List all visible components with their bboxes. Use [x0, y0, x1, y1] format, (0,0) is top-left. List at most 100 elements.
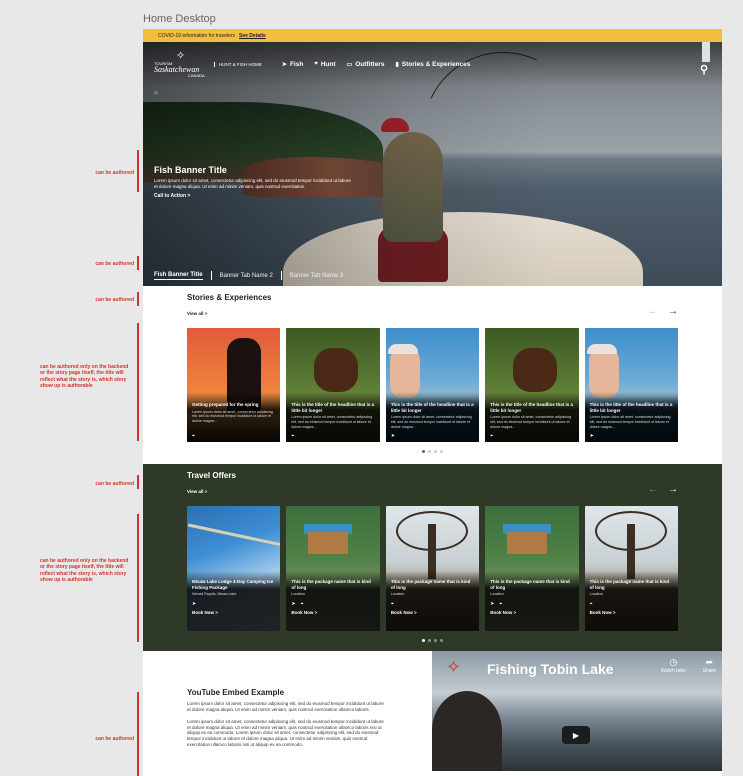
offer-overlay: This is the package name that is kind of… [584, 571, 679, 631]
annotation-bar [137, 514, 139, 642]
story-card[interactable]: This is the title of the headline that i… [286, 328, 380, 442]
arrow-left-icon[interactable]: ← [648, 306, 658, 317]
carousel-dot[interactable] [422, 450, 425, 453]
travel-offers-section: Travel Offers View all > ← → Misaw Lake … [143, 464, 722, 651]
carousel-dot[interactable] [422, 639, 425, 642]
book-now-link[interactable]: Book Now > [590, 610, 673, 615]
book-now-link[interactable]: Book Now > [291, 610, 374, 615]
hero-title: Fish Banner Title [154, 165, 227, 175]
play-icon: ▶ [572, 730, 580, 740]
logo-line-3: CANADA [188, 73, 205, 78]
hero-copy: Fish Banner Title Lorem ipsum dolor sit … [154, 165, 354, 199]
annotation: can be authored [95, 481, 134, 487]
story-title: This is the title of the headline that i… [490, 402, 573, 413]
offers-view-all-link[interactable]: View all > [187, 489, 207, 494]
play-button[interactable]: ▶ [562, 726, 590, 744]
hero-cta-link[interactable]: Call to Action > [154, 193, 354, 199]
hunt-fish-home-link[interactable]: HUNT & FISH HOME [214, 62, 262, 67]
star-logo-icon: ✧ [176, 50, 186, 62]
nav-item-label: Outfitters [355, 61, 385, 68]
youtube-section: YouTube Embed Example Lorem ipsum dolor … [143, 651, 722, 771]
annotation-bar [137, 475, 139, 489]
annotation: can be authored [95, 261, 134, 267]
offer-location: Location [291, 592, 305, 597]
moose-shape [513, 348, 558, 392]
annotation: can be authored [95, 170, 134, 176]
banner-tab-2[interactable]: Banner Tab Name 2 [220, 273, 273, 279]
arrow-left-icon[interactable]: ← [648, 484, 658, 495]
home-page: COVID-19 information for travelers See D… [143, 29, 722, 776]
carousel-dot[interactable] [440, 450, 443, 453]
offer-location: Location [490, 592, 504, 597]
star-logo-icon: ✧ [446, 657, 462, 677]
alert-text: COVID-19 information for travelers [158, 32, 235, 39]
banner-tab-1[interactable]: Fish Banner Title [154, 272, 203, 280]
crosshair-icon: ⌖ [490, 433, 494, 439]
crosshair-icon: ⌖ [499, 601, 503, 608]
carousel-dots [187, 450, 678, 453]
nav-item-fish[interactable]: ➤ Fish [282, 61, 303, 68]
annotation-bar [137, 150, 139, 192]
nav-links: ➤ Fish ⌖ Hunt ▭ Outfitters ▮ Stories & Exper… [282, 61, 471, 68]
offer-card[interactable]: This is the package name that is kind of… [385, 506, 480, 631]
offer-location: Location [589, 592, 604, 597]
nav-item-label: Hunt [320, 61, 336, 68]
carousel-dot[interactable] [440, 639, 443, 642]
offer-card[interactable]: Misaw Lake Lodge 4-Day Camping Ice Fishi… [187, 506, 281, 631]
stories-view-all-link[interactable]: View all > [187, 311, 207, 316]
share-button[interactable]: ➦ Share [703, 657, 716, 674]
nav-item-stories[interactable]: ▮ Stories & Experiences [395, 61, 470, 68]
offer-overlay: Misaw Lake Lodge 4-Day Camping Ice Fishi… [187, 571, 281, 631]
offer-icons: ➤ ⌖ [291, 601, 374, 607]
nav-item-label: Stories & Experiences [401, 61, 471, 68]
see-details-link[interactable]: See Details [239, 33, 266, 39]
video-title[interactable]: Fishing Tobin Lake [487, 661, 614, 677]
stories-cards: Getting prepared for the spring Lorem ip… [187, 328, 679, 442]
search-icon[interactable]: ⚲ [700, 63, 708, 76]
nav-item-outfitters[interactable]: ▭ Outfitters [347, 61, 385, 68]
home-icon[interactable]: ⌂ [154, 90, 158, 96]
tab-divider [210, 271, 212, 280]
offer-location: Nemeil Rapids, Misaw Lake [192, 592, 237, 597]
fish-icon: ➤ [490, 601, 495, 608]
nav-item-hunt[interactable]: ⌖ Hunt [314, 61, 335, 68]
offer-icons: ⌖ [590, 601, 673, 607]
offer-card[interactable]: This is the package name that is kind of… [584, 506, 679, 631]
story-card[interactable]: This is the title of the headline that i… [385, 328, 480, 442]
story-title: This is the title of the headline that i… [390, 402, 474, 413]
story-card[interactable]: This is the title of the headline that i… [584, 328, 679, 442]
carousel-dot[interactable] [428, 639, 431, 642]
carousel-dot[interactable] [428, 450, 431, 453]
youtube-copy: YouTube Embed Example Lorem ipsum dolor … [187, 688, 387, 754]
tourism-saskatchewan-logo[interactable]: ✧ TOURISM Saskatchewan CANADA [154, 51, 212, 78]
watch-later-button[interactable]: ◷ Watch later [661, 657, 686, 674]
story-card[interactable]: Getting prepared for the spring Lorem ip… [187, 328, 281, 442]
share-label: Share [702, 668, 716, 674]
youtube-video-embed[interactable]: ✧ Fishing Tobin Lake ◷ Watch later ➦ Share… [432, 651, 722, 771]
offer-icons: ⌖ [391, 601, 474, 607]
offer-location: Location [390, 592, 405, 597]
story-desc: Lorem ipsum dolor sit amet, consectetur … [589, 415, 671, 429]
book-now-link[interactable]: Book Now > [490, 610, 573, 615]
annotation: can be authored only on the backend or t… [40, 558, 129, 583]
cabin-shape [308, 532, 349, 554]
frame-title: Home Desktop [143, 13, 216, 25]
offer-card[interactable]: This is the package name that is kind of… [286, 506, 380, 631]
annotation: can be authored only on the backend or t… [40, 364, 129, 389]
fish-icon: ➤ [281, 62, 287, 68]
arrow-right-icon[interactable]: → [668, 484, 678, 495]
book-now-link[interactable]: Book Now > [192, 610, 275, 615]
stories-carousel-arrows: ← → [648, 306, 678, 317]
offer-icons: ➤ ⌖ [490, 601, 573, 607]
boy-shape [389, 348, 420, 398]
book-now-link[interactable]: Book Now > [391, 610, 474, 615]
offer-title: This is the package name that is kind of… [291, 579, 371, 590]
banner-tab-3[interactable]: Banner Tab Name 3 [290, 273, 343, 279]
carousel-dot[interactable] [434, 639, 437, 642]
story-desc: Lorem ipsum dolor sit amet, consectetur … [291, 415, 373, 429]
carousel-dot[interactable] [434, 450, 437, 453]
story-card[interactable]: This is the title of the headline that i… [485, 328, 579, 442]
offer-card[interactable]: This is the package name that is kind of… [485, 506, 579, 631]
arrow-right-icon[interactable]: → [668, 306, 678, 317]
stories-section: Stories & Experiences View all > ← → Get… [143, 286, 722, 464]
